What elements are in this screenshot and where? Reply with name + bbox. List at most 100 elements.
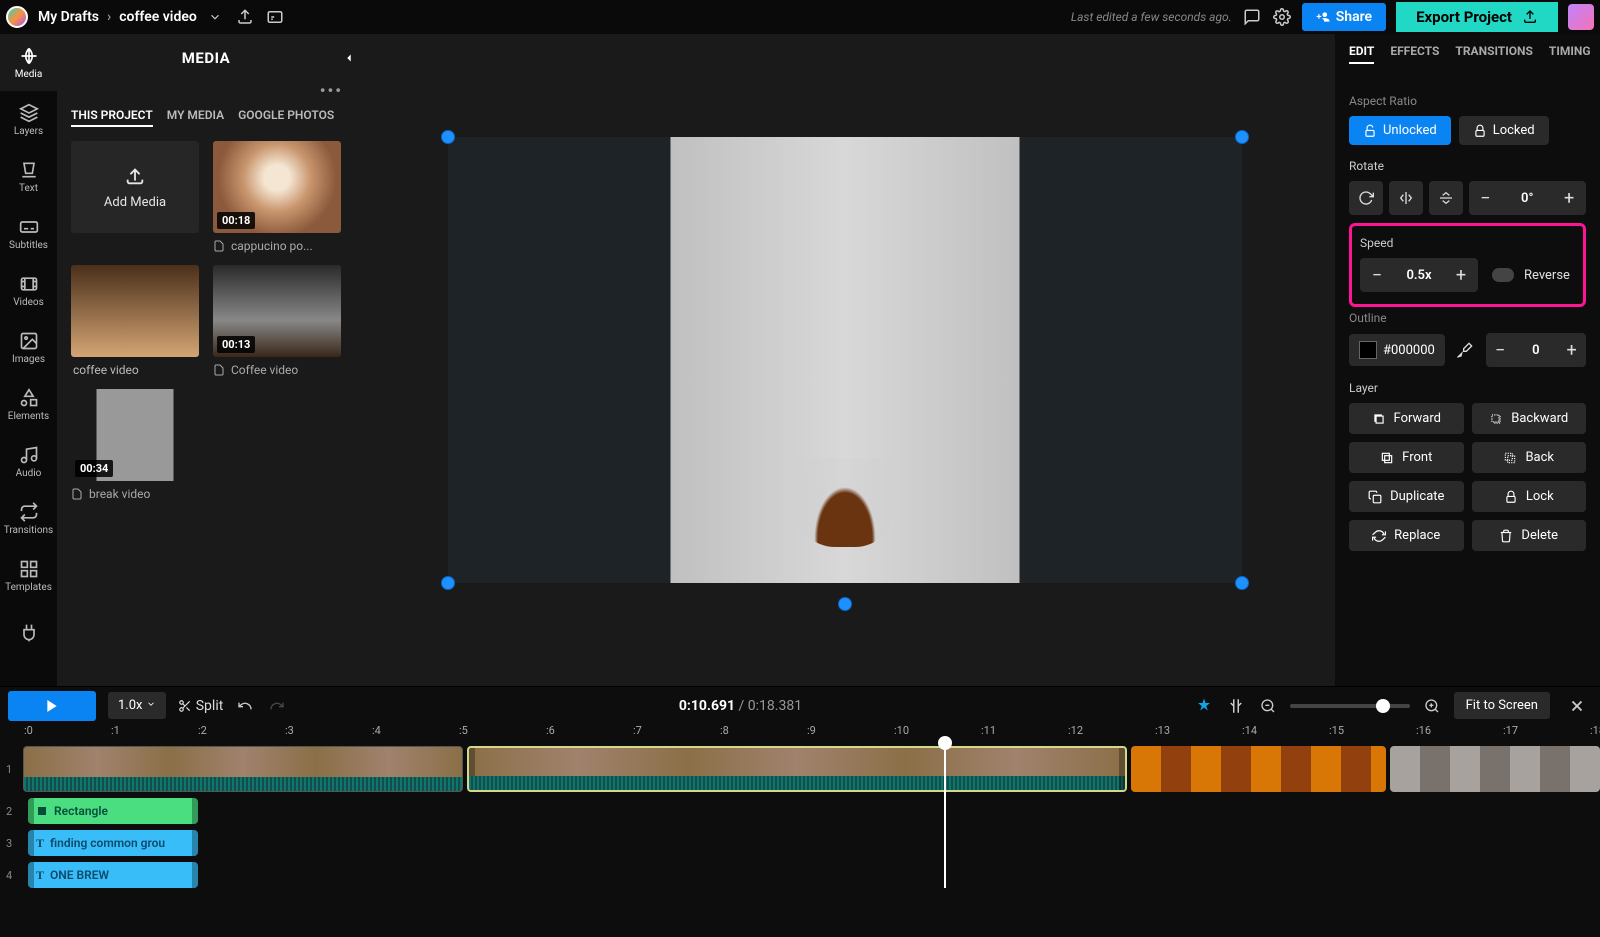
color-swatch bbox=[1359, 341, 1377, 359]
breadcrumb-sep: › bbox=[107, 9, 111, 25]
unlocked-button[interactable]: Unlocked bbox=[1349, 116, 1451, 145]
breadcrumb-root[interactable]: My Drafts bbox=[38, 9, 99, 25]
resize-handle-tl[interactable] bbox=[441, 130, 455, 144]
app-logo[interactable] bbox=[6, 6, 28, 28]
flip-h-button[interactable] bbox=[1389, 181, 1423, 215]
locked-button[interactable]: Locked bbox=[1459, 116, 1549, 145]
layer-forward-button[interactable]: Forward bbox=[1349, 403, 1464, 434]
breadcrumb-current[interactable]: coffee video bbox=[119, 9, 197, 25]
minus-button[interactable]: − bbox=[1469, 181, 1503, 215]
rail-templates[interactable]: Templates bbox=[0, 547, 57, 604]
tab-edit[interactable]: EDIT bbox=[1349, 44, 1374, 64]
rotate-cw-button[interactable] bbox=[1349, 181, 1383, 215]
tab-this-project[interactable]: THIS PROJECT bbox=[71, 108, 153, 127]
redo-icon[interactable] bbox=[267, 696, 287, 716]
outline-stepper[interactable]: − 0 + bbox=[1486, 333, 1586, 367]
layer-delete-button[interactable]: Delete bbox=[1472, 520, 1587, 551]
rotate-handle[interactable] bbox=[838, 597, 852, 611]
video-clip[interactable] bbox=[1131, 746, 1386, 792]
forward-icon bbox=[1372, 412, 1386, 426]
tab-google-photos[interactable]: GOOGLE PHOTOS bbox=[238, 108, 334, 127]
canvas-selection[interactable] bbox=[448, 137, 1242, 583]
zoom-in-icon[interactable] bbox=[1422, 696, 1442, 716]
zoom-slider-thumb[interactable] bbox=[1376, 699, 1390, 713]
caption-icon[interactable] bbox=[265, 7, 285, 27]
chevron-down-icon[interactable] bbox=[205, 7, 225, 27]
rail-layers[interactable]: Layers bbox=[0, 91, 57, 148]
video-clip[interactable] bbox=[23, 746, 463, 792]
tab-effects[interactable]: EFFECTS bbox=[1390, 44, 1439, 64]
snap-icon[interactable] bbox=[1194, 696, 1214, 716]
flip-v-button[interactable] bbox=[1429, 181, 1463, 215]
rail-elements[interactable]: Elements bbox=[0, 376, 57, 433]
reverse-toggle[interactable] bbox=[1492, 268, 1514, 282]
fit-to-screen-button[interactable]: Fit to Screen bbox=[1454, 692, 1550, 719]
resize-handle-tr[interactable] bbox=[1235, 130, 1249, 144]
media-panel: MEDIA ••• THIS PROJECT MY MEDIA GOOGLE P… bbox=[57, 34, 355, 686]
rail-transitions[interactable]: Transitions bbox=[0, 490, 57, 547]
eyedropper-icon[interactable] bbox=[1451, 333, 1480, 367]
plus-button[interactable]: + bbox=[1444, 258, 1478, 292]
upload-icon bbox=[124, 165, 146, 187]
split-button[interactable]: Split bbox=[178, 698, 224, 714]
rail-plugins[interactable] bbox=[0, 604, 57, 661]
rail-subtitles[interactable]: Subtitles bbox=[0, 205, 57, 262]
zoom-out-icon[interactable] bbox=[1258, 696, 1278, 716]
plus-button[interactable]: + bbox=[1557, 333, 1586, 367]
zoom-slider[interactable] bbox=[1290, 704, 1410, 708]
play-button[interactable] bbox=[8, 691, 96, 721]
close-timeline-icon[interactable] bbox=[1562, 691, 1592, 721]
video-clip-selected[interactable] bbox=[467, 746, 1127, 792]
outline-label: Outline bbox=[1349, 311, 1586, 325]
resize-handle-bl[interactable] bbox=[441, 576, 455, 590]
tab-transitions[interactable]: TRANSITIONS bbox=[1455, 44, 1532, 64]
undo-icon[interactable] bbox=[235, 696, 255, 716]
minus-button[interactable]: − bbox=[1360, 258, 1394, 292]
person-add-icon bbox=[1316, 10, 1330, 24]
text-clip[interactable]: Tfinding common grou bbox=[28, 830, 198, 856]
resize-handle-br[interactable] bbox=[1235, 576, 1249, 590]
export-icon bbox=[1522, 9, 1538, 25]
main-area: Media Layers Text Subtitles Videos Image… bbox=[0, 34, 1600, 686]
minus-button[interactable]: − bbox=[1486, 333, 1515, 367]
add-media-card[interactable]: Add Media bbox=[71, 141, 199, 253]
timeline-tracks: 1 2 Rectangle 3 Tfinding common grou 4 T… bbox=[0, 746, 1600, 888]
playhead[interactable] bbox=[944, 746, 946, 888]
share-button[interactable]: Share bbox=[1302, 3, 1386, 31]
more-icon[interactable]: ••• bbox=[320, 81, 343, 100]
trim-icon[interactable] bbox=[1226, 696, 1246, 716]
upload-icon[interactable] bbox=[235, 7, 255, 27]
outline-color-button[interactable]: #000000 bbox=[1349, 334, 1445, 366]
layer-lock-button[interactable]: Lock bbox=[1472, 481, 1587, 512]
layer-duplicate-button[interactable]: Duplicate bbox=[1349, 481, 1464, 512]
plus-button[interactable]: + bbox=[1552, 181, 1586, 215]
speed-stepper[interactable]: − 0.5x + bbox=[1360, 258, 1478, 292]
rail-videos[interactable]: Videos bbox=[0, 262, 57, 319]
rail-images[interactable]: Images bbox=[0, 319, 57, 376]
user-avatar[interactable] bbox=[1568, 4, 1594, 30]
export-project-button[interactable]: Export Project bbox=[1396, 2, 1558, 32]
tab-timing[interactable]: TIMING bbox=[1549, 44, 1591, 64]
rotate-stepper[interactable]: − 0° + bbox=[1469, 181, 1586, 215]
canvas-area[interactable] bbox=[355, 34, 1335, 686]
playback-speed-select[interactable]: 1.0x bbox=[108, 692, 166, 719]
text-clip[interactable]: TONE BREW bbox=[28, 862, 198, 888]
media-item[interactable]: coffee video bbox=[71, 265, 199, 377]
rail-audio[interactable]: Audio bbox=[0, 433, 57, 490]
media-item[interactable]: 00:34 break video bbox=[71, 389, 199, 501]
gear-icon[interactable] bbox=[1272, 7, 1292, 27]
shape-clip[interactable]: Rectangle bbox=[28, 798, 198, 824]
tab-my-media[interactable]: MY MEDIA bbox=[167, 108, 224, 127]
outline-value: 0 bbox=[1515, 343, 1557, 358]
media-item[interactable]: 00:13 Coffee video bbox=[213, 265, 341, 377]
rail-media[interactable]: Media bbox=[0, 34, 57, 91]
layer-replace-button[interactable]: Replace bbox=[1349, 520, 1464, 551]
rail-text[interactable]: Text bbox=[0, 148, 57, 205]
layer-front-button[interactable]: Front bbox=[1349, 442, 1464, 473]
comment-icon[interactable] bbox=[1242, 7, 1262, 27]
timeline-ruler[interactable]: :0:1:2:3:4:5:6:7:8:9:10:11:12:13:14:15:1… bbox=[0, 724, 1600, 746]
layer-back-button[interactable]: Back bbox=[1472, 442, 1587, 473]
layer-backward-button[interactable]: Backward bbox=[1472, 403, 1587, 434]
media-item[interactable]: 00:18 cappucino po... bbox=[213, 141, 341, 253]
video-clip[interactable] bbox=[1390, 746, 1600, 792]
